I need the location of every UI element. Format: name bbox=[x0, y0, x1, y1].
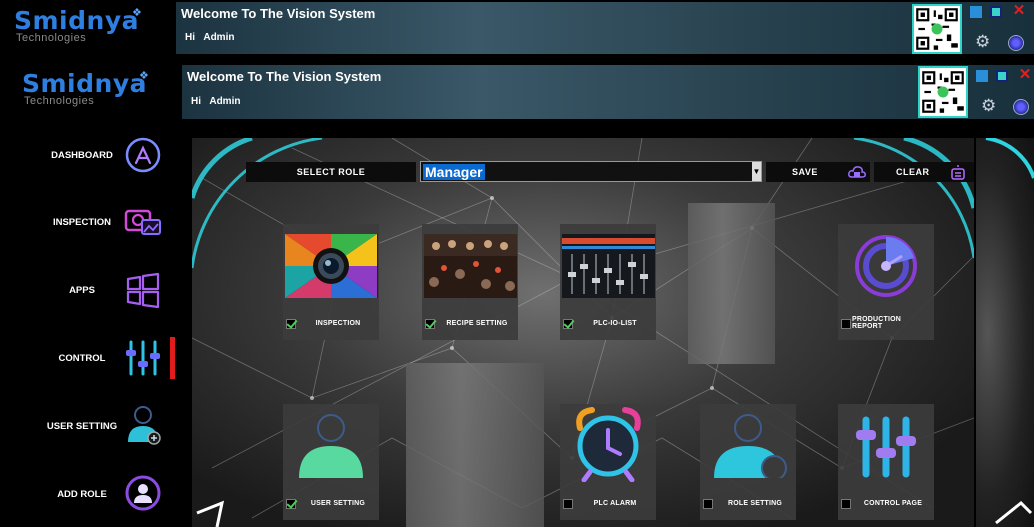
help-icon[interactable] bbox=[1013, 99, 1029, 115]
user-circle-icon bbox=[125, 475, 161, 511]
sidebar-item-label: DASHBOARD bbox=[51, 150, 113, 161]
tile-control-page[interactable]: CONTROL PAGE bbox=[838, 404, 934, 520]
sidebar-item-dashboard[interactable]: DASHBOARD bbox=[0, 130, 180, 180]
clear-icon bbox=[951, 165, 965, 180]
recipe-setting-checkbox[interactable] bbox=[425, 319, 435, 329]
background-edge bbox=[976, 136, 1034, 527]
sidebar-item-label: INSPECTION bbox=[52, 217, 112, 228]
tile-label: PLC-IO-LIST bbox=[593, 320, 637, 327]
logo: Smidnya Technologies ❖ bbox=[14, 6, 142, 44]
tile-user-setting[interactable]: USER SETTING bbox=[283, 404, 379, 520]
page-title: Welcome To The Vision System bbox=[181, 6, 376, 21]
sidebar-item-apps[interactable]: APPS bbox=[0, 265, 180, 315]
placeholder-block bbox=[406, 363, 544, 527]
production-report-icon bbox=[840, 234, 933, 298]
tile-label: PRODUCTION REPORT bbox=[852, 316, 902, 330]
header-banner: Welcome To The Vision System Hi Admin bbox=[176, 2, 1034, 54]
header-top: Smidnya Technologies ❖ Welcome To The Vi… bbox=[0, 0, 1034, 60]
role-select[interactable]: Manager ▼ bbox=[420, 161, 762, 182]
chevron-down-icon[interactable]: ▼ bbox=[752, 162, 761, 181]
tile-label: USER SETTING bbox=[310, 500, 366, 507]
clear-button-label: CLEAR bbox=[896, 167, 930, 177]
sidebar-item-label: APPS bbox=[69, 285, 95, 296]
sidebar: DASHBOARD INSPECTION APPS CONTROL USER S… bbox=[0, 120, 182, 527]
role-setting-icon bbox=[702, 414, 795, 478]
role-permissions-panel: SELECT ROLE Manager ▼ SAVE CLEAR INSPECT… bbox=[192, 138, 974, 527]
logo-gem-icon: ❖ bbox=[139, 70, 149, 82]
qr-code-icon bbox=[912, 4, 962, 54]
header-banner: Welcome To The Vision System Hi Admin bbox=[182, 65, 1034, 119]
camera-image-icon bbox=[124, 209, 161, 235]
plc-io-list-checkbox[interactable] bbox=[563, 319, 573, 329]
tile-label: ROLE SETTING bbox=[727, 500, 783, 507]
placeholder-block bbox=[688, 203, 775, 364]
greeting-text: Hi bbox=[191, 96, 201, 107]
clear-button[interactable]: CLEAR bbox=[874, 162, 974, 182]
tile-recipe-setting[interactable]: RECIPE SETTING bbox=[422, 224, 518, 340]
logo-gem-icon: ❖ bbox=[132, 7, 142, 19]
maximize-button[interactable] bbox=[990, 6, 1002, 18]
tile-plc-alarm[interactable]: PLC ALARM bbox=[560, 404, 656, 520]
tile-label: RECIPE SETTING bbox=[446, 320, 508, 327]
user-name: Admin bbox=[203, 32, 235, 43]
sliders-icon bbox=[126, 340, 160, 376]
recipe-setting-image bbox=[424, 234, 517, 298]
tile-label: CONTROL PAGE bbox=[863, 500, 923, 507]
inspection-image bbox=[285, 234, 378, 298]
user-name: Admin bbox=[209, 96, 241, 107]
select-role-label: SELECT ROLE bbox=[246, 162, 416, 182]
settings-gear-icon[interactable]: ⚙ bbox=[975, 32, 990, 52]
plc-io-list-image bbox=[562, 234, 655, 298]
help-icon[interactable] bbox=[1008, 35, 1024, 51]
greeting: Hi Admin bbox=[185, 32, 234, 43]
close-button[interactable]: ✕ bbox=[1018, 67, 1032, 82]
close-button[interactable]: ✕ bbox=[1012, 3, 1026, 18]
sidebar-item-user-setting[interactable]: USER SETTING bbox=[0, 401, 180, 451]
header-main: Smidnya Technologies ❖ Welcome To The Vi… bbox=[0, 62, 1034, 120]
user-setting-checkbox[interactable] bbox=[286, 499, 296, 509]
app-window: Smidnya Technologies ❖ Welcome To The Vi… bbox=[0, 0, 1034, 527]
tile-role-setting[interactable]: ROLE SETTING bbox=[700, 404, 796, 520]
active-indicator bbox=[170, 337, 175, 379]
sidebar-item-add-role[interactable]: ADD ROLE bbox=[0, 469, 180, 519]
save-button[interactable]: SAVE bbox=[766, 162, 870, 182]
minimize-button[interactable] bbox=[976, 70, 988, 82]
settings-gear-icon[interactable]: ⚙ bbox=[981, 96, 996, 116]
brand-name: Smidnya bbox=[22, 69, 147, 98]
production-report-checkbox[interactable] bbox=[841, 319, 851, 329]
sidebar-item-inspection[interactable]: INSPECTION bbox=[0, 197, 180, 247]
brand-name: Smidnya bbox=[14, 6, 139, 35]
control-page-checkbox[interactable] bbox=[841, 499, 851, 509]
tile-plc-io-list[interactable]: PLC-IO-LIST bbox=[560, 224, 656, 340]
sidebar-item-control[interactable]: CONTROL bbox=[0, 333, 180, 383]
role-select-value: Manager bbox=[423, 164, 485, 180]
minimize-button[interactable] bbox=[970, 6, 982, 18]
cloud-save-icon bbox=[848, 166, 866, 178]
user-setting-icon bbox=[285, 414, 378, 478]
greeting: Hi Admin bbox=[191, 96, 240, 107]
sidebar-item-label: USER SETTING bbox=[46, 421, 118, 432]
inspection-checkbox[interactable] bbox=[286, 319, 296, 329]
tile-label: INSPECTION bbox=[315, 320, 361, 327]
role-setting-checkbox[interactable] bbox=[703, 499, 713, 509]
maximize-button[interactable] bbox=[996, 70, 1008, 82]
logo: Smidnya Technologies ❖ bbox=[22, 69, 149, 107]
sidebar-item-label: CONTROL bbox=[58, 353, 106, 364]
alarm-clock-icon bbox=[562, 406, 655, 482]
qr-code-icon bbox=[918, 66, 968, 118]
app-store-icon bbox=[125, 137, 161, 173]
tile-production-report[interactable]: PRODUCTION REPORT bbox=[838, 224, 934, 340]
windows-icon bbox=[126, 272, 160, 309]
user-add-icon bbox=[128, 406, 161, 445]
tile-inspection[interactable]: INSPECTION bbox=[283, 224, 379, 340]
plc-alarm-checkbox[interactable] bbox=[563, 499, 573, 509]
greeting-text: Hi bbox=[185, 32, 195, 43]
save-button-label: SAVE bbox=[792, 167, 818, 177]
sidebar-item-label: ADD ROLE bbox=[57, 489, 107, 500]
tile-label: PLC ALARM bbox=[593, 500, 637, 507]
page-title: Welcome To The Vision System bbox=[187, 69, 382, 84]
control-page-icon bbox=[840, 414, 933, 478]
